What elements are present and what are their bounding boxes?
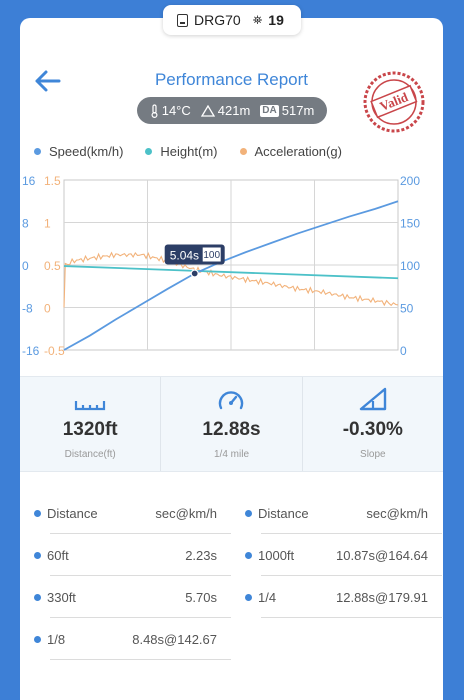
cell-name: 1/8: [47, 631, 66, 647]
cell-value: 12.88s@179.91: [336, 589, 428, 605]
bullet-dot: [34, 509, 41, 517]
table-cell-empty: [231, 618, 442, 660]
stat-distance-value: 1320ft: [62, 419, 118, 440]
split-times-table: Distance sec@km/h Distance sec@km/h 60ft 2.…: [20, 492, 443, 660]
accel-tick-label: -0.5: [44, 344, 65, 358]
table-cell: 1/4 12.88s@179.91: [231, 576, 442, 618]
accel-tick-label: 0: [44, 302, 51, 316]
speed-tick-label: 150: [400, 217, 420, 231]
altitude-icon: [200, 104, 215, 117]
table-cell: 60ft 2.23s: [20, 534, 231, 576]
accel-tick-label: 1: [44, 217, 51, 231]
legend-speed[interactable]: Speed(km/h): [34, 144, 123, 159]
cursor-marker: [190, 269, 199, 278]
tooltip-value: 100: [203, 250, 220, 261]
altitude-value: 421m: [217, 103, 251, 118]
height-tick-label: -16: [22, 344, 40, 358]
stat-distance-label: Distance(ft): [64, 449, 116, 460]
cell-name: 60ft: [47, 547, 69, 563]
table-row: 60ft 2.23s 1000ft 10.87s@164.64: [20, 534, 443, 576]
cell-name: 330ft: [47, 589, 76, 605]
cell-name: 1/4: [258, 589, 277, 605]
table-cell: Distance sec@km/h: [20, 492, 231, 534]
stat-slope-value: -0.30%: [342, 419, 403, 440]
stat-time-value: 12.88s: [202, 419, 261, 440]
bullet-dot: [34, 635, 41, 643]
cell-value: sec@km/h: [366, 505, 428, 521]
table-row: 330ft 5.70s 1/4 12.88s@179.91: [20, 576, 443, 618]
ruler-icon: [75, 401, 106, 411]
stat-time: 12.88s 1/4 mile: [160, 377, 301, 471]
speed-tick-label: 200: [400, 174, 420, 188]
legend-height-label: Height(m): [160, 144, 218, 159]
legend-speed-label: Speed(km/h): [49, 144, 124, 159]
table-cell: 1000ft 10.87s@164.64: [231, 534, 442, 576]
bullet-dot: [245, 509, 252, 517]
cell-value: 2.23s: [185, 547, 217, 563]
accel-tick-label: 1.5: [44, 174, 61, 188]
legend-acceleration-dot: [239, 148, 247, 155]
cell-value: 8.48s@142.67: [132, 631, 217, 647]
conditions-bar: 14°C 421m DA 517m: [137, 97, 327, 124]
speedometer-icon: [219, 391, 244, 410]
height-tick-label: 0: [22, 259, 29, 273]
legend-acceleration[interactable]: Acceleration(g): [239, 144, 342, 159]
speed-tick-label: 0: [400, 344, 407, 358]
device-icon: [177, 13, 188, 27]
valid-stamp: Valid: [363, 71, 425, 133]
height-tick-label: -8: [22, 302, 33, 316]
bullet-dot: [34, 593, 41, 601]
summary-stats: 1320ft Distance(ft) 12.88s 1/4 mile -0.3…: [20, 376, 443, 472]
stat-distance: 1320ft Distance(ft): [20, 377, 160, 471]
table-cell: Distance sec@km/h: [231, 492, 442, 534]
cell-value: 5.70s: [185, 589, 217, 605]
speed-tick-label: 50: [400, 302, 414, 316]
cell-name: Distance: [47, 505, 98, 521]
legend-speed-dot: [34, 148, 41, 155]
bullet-dot: [34, 551, 41, 559]
table-row: 1/8 8.48s@142.67: [20, 618, 443, 660]
device-name: DRG70: [194, 12, 241, 28]
stat-slope: -0.30% Slope: [301, 377, 443, 471]
stat-time-label: 1/4 mile: [213, 449, 249, 460]
table-cell: 1/8 8.48s@142.67: [20, 618, 231, 660]
stat-slope-label: Slope: [360, 449, 386, 460]
table-cell: 330ft 5.70s: [20, 576, 231, 618]
temperature-value: 14°C: [161, 103, 191, 118]
bullet-dot: [245, 593, 252, 601]
height-tick-label: 8: [22, 217, 29, 231]
accel-tick-label: 0.5: [44, 259, 61, 273]
performance-chart[interactable]: 16 8 0 -8 -16 1.5 1 0.5 0 -0.5 200 150 100 50 0 5.04s 10…: [20, 170, 443, 370]
speed-tick-label: 100: [400, 259, 420, 273]
density-altitude-value: 517m: [281, 103, 315, 118]
height-tick-label: 16: [22, 174, 36, 188]
slope-icon: [359, 387, 387, 411]
legend-height-dot: [145, 148, 153, 155]
density-altitude-badge: DA: [260, 104, 279, 117]
chart-legend: Speed(km/h) Height(m) Acceleration(g): [34, 144, 364, 159]
table-row: Distance sec@km/h Distance sec@km/h: [20, 492, 443, 534]
cell-value: 10.87s@164.64: [336, 547, 428, 563]
cell-value: sec@km/h: [155, 505, 217, 521]
legend-height[interactable]: Height(m): [145, 144, 218, 159]
tooltip-time: 5.04s: [170, 249, 199, 263]
thermometer-icon: [151, 103, 158, 118]
legend-acceleration-label: Acceleration(g): [254, 144, 342, 159]
satellite-count: 19: [268, 12, 284, 28]
device-pill[interactable]: DRG70 ⛯ 19: [163, 5, 301, 35]
cell-name: 1000ft: [258, 547, 295, 563]
cell-name: Distance: [258, 505, 309, 521]
bullet-dot: [245, 551, 252, 559]
report-card: Performance Report Valid 14°C 421m DA 51…: [20, 18, 443, 700]
satellite-icon: ⛯: [252, 12, 263, 27]
